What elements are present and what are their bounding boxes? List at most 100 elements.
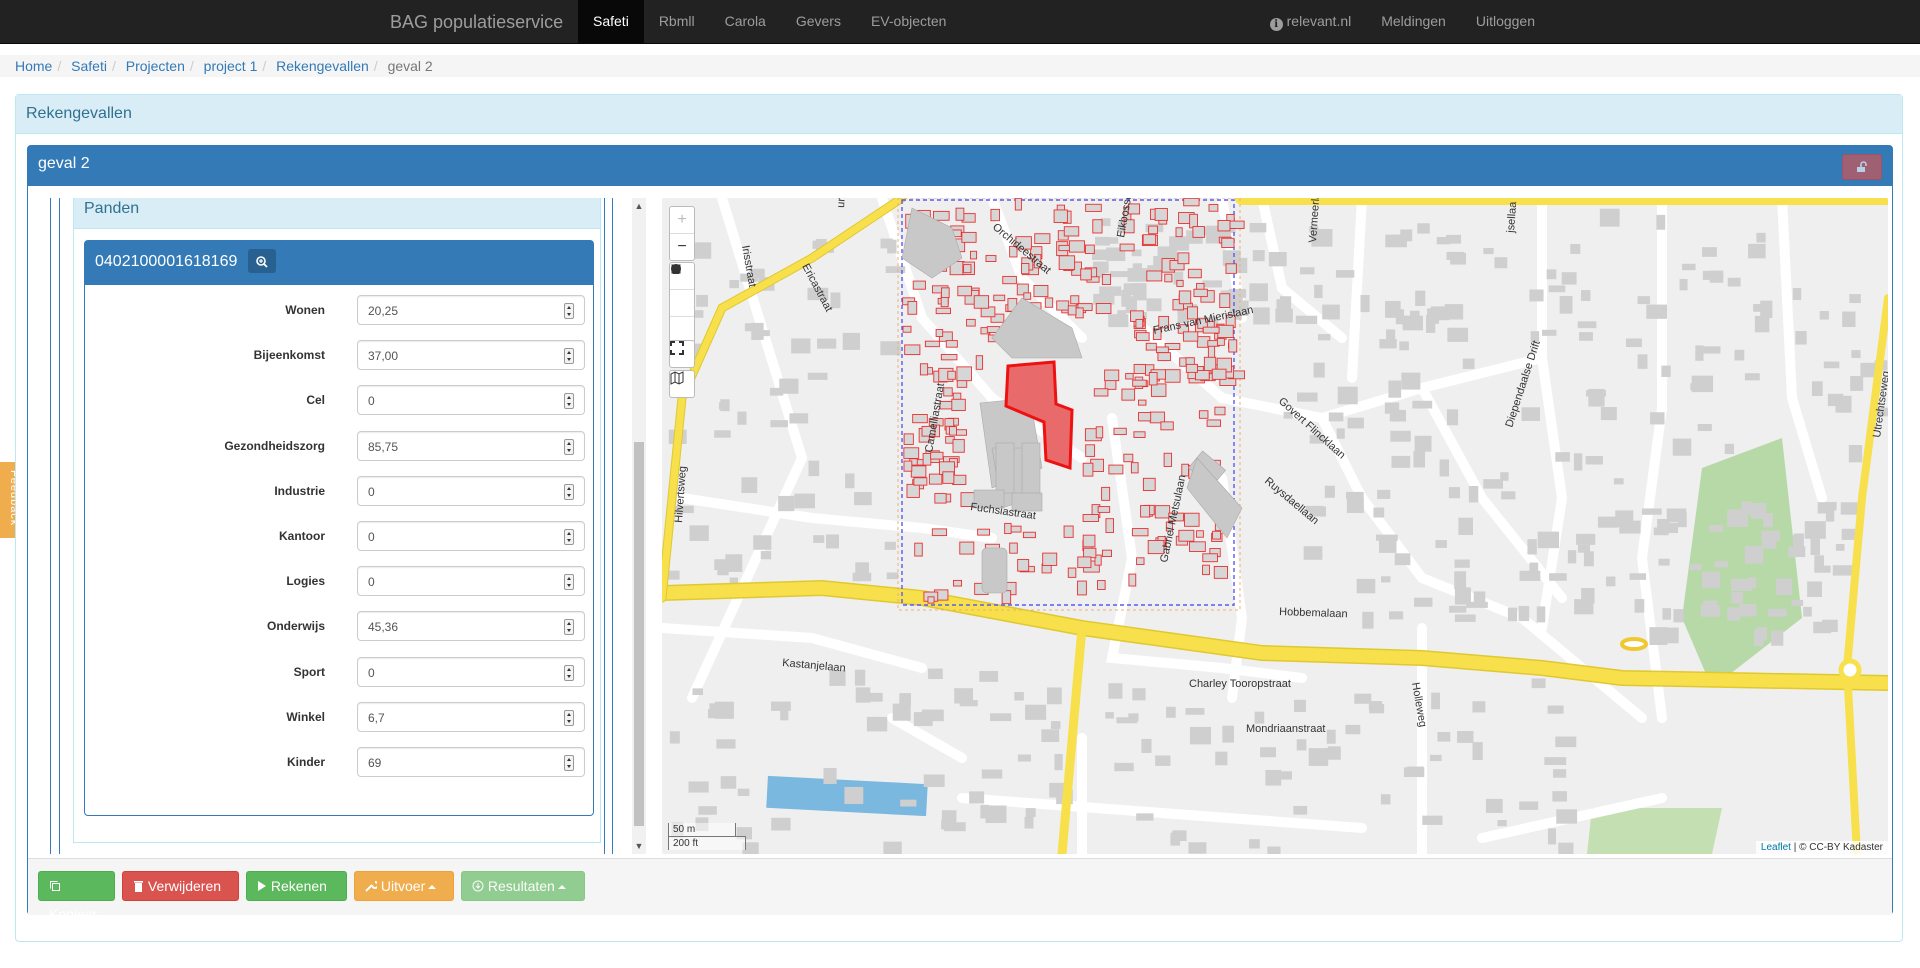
- brand-title[interactable]: BAG populatieservice: [390, 12, 563, 33]
- cel-input[interactable]: 0: [357, 385, 585, 416]
- pand-outline: [912, 280, 926, 290]
- map-layers-button[interactable]: [670, 371, 694, 397]
- building: [1547, 705, 1564, 714]
- resultaten-dropdown[interactable]: Resultaten: [461, 871, 585, 901]
- kinder-input[interactable]: 69: [357, 747, 585, 777]
- rekengevallen-panel: Rekengevallen geval 2 Panden 04021000016…: [15, 94, 1903, 942]
- building: [1559, 295, 1573, 314]
- nav-safeti[interactable]: Safeti: [578, 0, 644, 43]
- building: [669, 731, 680, 744]
- uitvoer-dropdown[interactable]: Uitvoer: [354, 871, 454, 901]
- top-navbar: BAG populatieservice Safeti Rbmll Carola…: [0, 0, 1920, 44]
- rekenen-button[interactable]: Rekenen: [246, 871, 347, 901]
- number-spinner[interactable]: [564, 619, 574, 636]
- panden-scroll-area[interactable]: Panden 0402100001618169 Wonen 20,25 Bijeen…: [40, 198, 618, 854]
- building: [1531, 678, 1546, 689]
- number-spinner[interactable]: [564, 709, 574, 726]
- pand-outline: [1142, 477, 1156, 491]
- pand-outline: [1193, 288, 1208, 298]
- nav-rbmll[interactable]: Rbmll: [644, 0, 710, 43]
- logies-input[interactable]: 0: [357, 566, 585, 597]
- breadcrumb-project[interactable]: project 1: [204, 58, 258, 74]
- sport-input[interactable]: 0: [357, 656, 585, 687]
- nav-meldingen[interactable]: Meldingen: [1366, 0, 1461, 43]
- nav-gevers[interactable]: Gevers: [781, 0, 856, 43]
- pand-outline: [1002, 275, 1017, 285]
- scroll-up-arrow[interactable]: ▲: [634, 200, 644, 212]
- number-spinner[interactable]: [564, 303, 574, 319]
- svg-text:ur: ur: [835, 198, 848, 208]
- verwijderen-button[interactable]: Verwijderen: [122, 871, 239, 901]
- building: [1600, 406, 1617, 421]
- building: [817, 338, 837, 349]
- number-spinner[interactable]: [564, 664, 574, 681]
- panden-panel: Panden 0402100001618169 Wonen 20,25 Bijeen…: [73, 198, 601, 843]
- zoom-out-button[interactable]: −: [670, 234, 694, 260]
- pand-outline: [1182, 331, 1199, 342]
- winkel-input[interactable]: 6,7: [357, 701, 585, 732]
- draw-rectangle-button[interactable]: [670, 264, 694, 317]
- scrollbar-thumb[interactable]: [634, 442, 644, 826]
- pand-outline: [1063, 525, 1074, 538]
- fullscreen-button[interactable]: [670, 341, 694, 367]
- unlock-button[interactable]: [1842, 154, 1882, 180]
- pand-outline: [1082, 514, 1099, 522]
- pand-outline: [910, 465, 927, 478]
- nav-carola[interactable]: Carola: [710, 0, 781, 43]
- number-spinner[interactable]: [564, 483, 574, 500]
- number-spinner[interactable]: [564, 574, 574, 591]
- gezondheidszorg-input[interactable]: 85,75: [357, 430, 585, 461]
- building: [1454, 571, 1467, 590]
- building: [1391, 455, 1411, 468]
- breadcrumb-safeti[interactable]: Safeti: [71, 58, 107, 74]
- map-attribution: Leaflet | © CC-BY Kadaster: [1755, 841, 1888, 854]
- leaflet-link[interactable]: Leaflet: [1761, 842, 1791, 853]
- pand-outline: [1142, 234, 1157, 245]
- breadcrumb-rekengevallen[interactable]: Rekengevallen: [276, 58, 369, 74]
- number-spinner[interactable]: [564, 438, 574, 455]
- building: [1795, 331, 1807, 345]
- number-spinner[interactable]: [564, 529, 574, 545]
- geval-heading: geval 2: [28, 146, 1892, 186]
- building: [771, 701, 791, 711]
- field-row-kinder: Kinder 69: [85, 747, 593, 783]
- panden-scrollbar[interactable]: ▲ ▼: [632, 198, 646, 854]
- nav-relevant[interactable]: i relevant.nl: [1255, 0, 1367, 43]
- building: [1547, 828, 1556, 845]
- kantoor-input[interactable]: 0: [357, 521, 585, 551]
- number-spinner[interactable]: [564, 755, 574, 771]
- wonen-input[interactable]: 20,25: [357, 295, 585, 325]
- building: [1136, 289, 1146, 297]
- industrie-input[interactable]: 0: [357, 475, 585, 506]
- nav-ev-objecten[interactable]: EV-objecten: [856, 0, 962, 43]
- building: [1553, 769, 1567, 778]
- info-icon: i: [1269, 18, 1283, 31]
- building: [1748, 243, 1766, 259]
- scroll-down-arrow[interactable]: ▼: [634, 840, 644, 852]
- number-spinner[interactable]: [564, 348, 574, 365]
- building: [1054, 753, 1063, 771]
- onderwijs-input[interactable]: 45,36: [357, 611, 585, 642]
- building: [789, 413, 809, 424]
- building: [1314, 284, 1323, 299]
- zoom-in-button[interactable]: +: [670, 207, 694, 234]
- number-spinner[interactable]: [564, 393, 574, 410]
- breadcrumb-projecten[interactable]: Projecten: [126, 58, 185, 74]
- building: [724, 779, 734, 787]
- nav-uitloggen[interactable]: Uitloggen: [1461, 0, 1550, 43]
- bijeenkomst-input[interactable]: 37,00: [357, 340, 585, 371]
- rekengevallen-heading: Rekengevallen: [16, 95, 1902, 134]
- map-view[interactable]: Hilvertsweg Ericastraat Irisstraat Orchi…: [662, 198, 1888, 854]
- building: [899, 693, 911, 706]
- pand-outline: [1198, 410, 1209, 419]
- building: [1810, 538, 1821, 556]
- building: [1724, 443, 1734, 455]
- building: [1390, 430, 1411, 442]
- field-value: 0: [368, 665, 375, 680]
- zoom-to-pand-button[interactable]: [247, 248, 276, 273]
- breadcrumb-home[interactable]: Home: [15, 58, 52, 74]
- building: [1417, 223, 1430, 234]
- pand-outline: [959, 541, 975, 555]
- building: [1185, 708, 1205, 715]
- kopieer-button[interactable]: Kopieer: [38, 871, 115, 922]
